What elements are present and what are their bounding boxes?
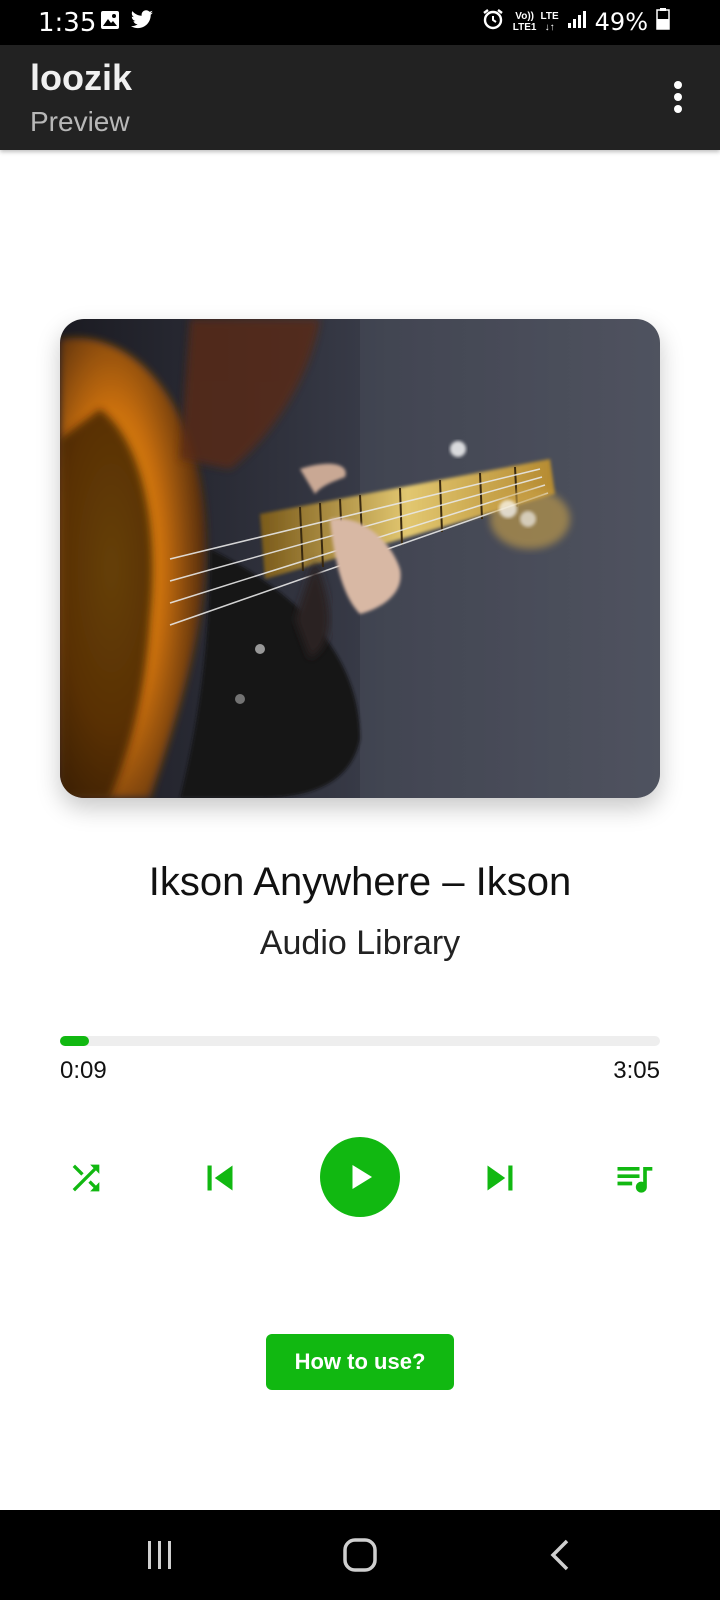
- battery-percent: 49%: [594, 7, 648, 36]
- recent-apps-icon[interactable]: [135, 1530, 185, 1580]
- home-icon[interactable]: [335, 1530, 385, 1580]
- twitter-icon: [130, 10, 154, 35]
- back-icon[interactable]: [535, 1530, 585, 1580]
- network-top: Vo)): [515, 10, 534, 22]
- play-icon: [352, 1165, 372, 1189]
- queue-music-icon[interactable]: [608, 1152, 660, 1204]
- status-bar: 1:35 Vo)) LTE1 LTE ↓↑ 49%: [0, 0, 720, 45]
- play-button[interactable]: [320, 1137, 400, 1217]
- skip-previous-icon[interactable]: [192, 1150, 248, 1206]
- how-to-use-button[interactable]: How to use?: [266, 1334, 454, 1390]
- signal-icon: [567, 9, 587, 34]
- progress-fill: [60, 1036, 90, 1046]
- lte-label: LTE: [540, 10, 559, 22]
- time-elapsed: 0:09: [60, 1057, 107, 1084]
- network-bottom: LTE1: [512, 21, 537, 33]
- app-title: loozik: [30, 57, 133, 98]
- alarm-icon: [481, 7, 505, 36]
- network-info: Vo)) LTE1 LTE ↓↑: [513, 11, 559, 33]
- bass-guitar-photo: [60, 319, 660, 798]
- status-left-icons: [100, 10, 154, 35]
- image-icon: [100, 10, 120, 35]
- shuffle-icon[interactable]: [60, 1152, 112, 1204]
- status-right: Vo)) LTE1 LTE ↓↑ 49%: [481, 7, 670, 36]
- more-vert-icon[interactable]: [666, 77, 690, 117]
- time-total: 3:05: [613, 1057, 660, 1084]
- app-bar: loozik Preview: [0, 45, 720, 150]
- song-artist: Audio Library: [259, 924, 461, 962]
- app-subtitle: Preview: [30, 106, 130, 137]
- battery-icon: [656, 8, 670, 35]
- skip-next-icon[interactable]: [472, 1150, 528, 1206]
- status-time: 1:35: [38, 8, 97, 38]
- album-art: [60, 319, 660, 798]
- song-title: Ikson Anywhere – Ikson: [148, 860, 572, 904]
- data-arrows-icon: ↓↑: [544, 21, 555, 33]
- progress-bar[interactable]: [60, 1036, 660, 1046]
- nav-bar: [0, 1510, 720, 1600]
